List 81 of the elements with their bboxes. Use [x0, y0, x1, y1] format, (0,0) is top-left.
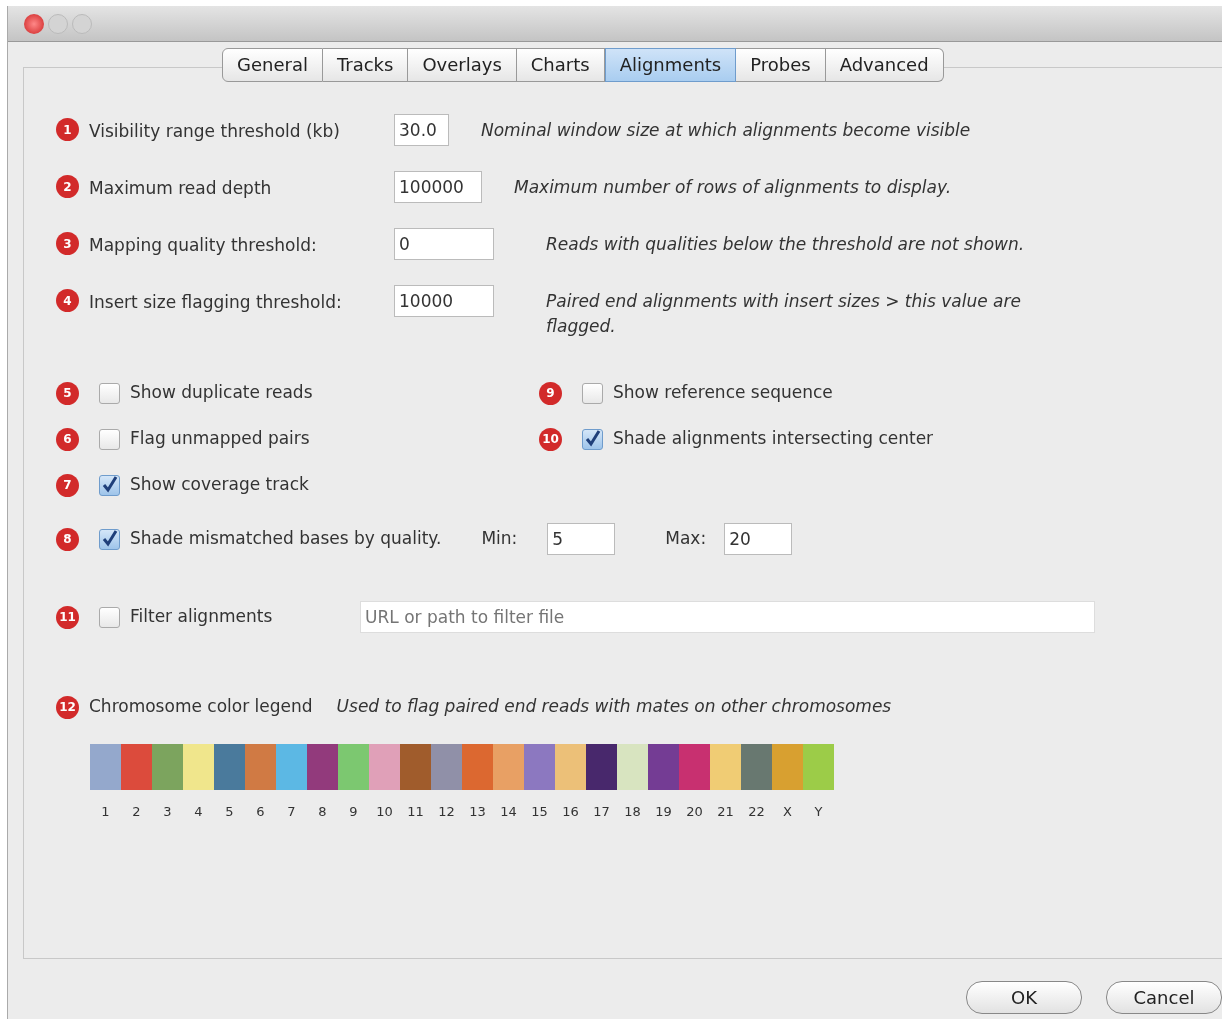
description: Used to flag paired end reads with mates on other chromosomes	[336, 695, 892, 719]
input-field[interactable]: 20	[724, 523, 793, 555]
input-field[interactable]: URL or path to filter file	[360, 601, 1095, 633]
swatch-label: 5	[224, 803, 235, 821]
number-marker: 8	[56, 527, 79, 551]
tab[interactable]: Advanced	[825, 48, 944, 82]
number-marker: 11	[56, 605, 79, 629]
min-label: Min:	[481, 527, 518, 551]
input-field[interactable]: 5	[547, 523, 616, 555]
description: Paired end alignments with insert sizes > this value are flagged.	[546, 290, 1022, 338]
tab[interactable]: Overlays	[408, 48, 517, 82]
tab[interactable]: Tracks	[322, 48, 409, 82]
tab[interactable]: Probes	[736, 48, 826, 82]
checkbox-label: Shade mismatched bases by quality.	[130, 527, 442, 551]
number-marker: 10	[539, 427, 562, 451]
number-marker: 7	[56, 473, 79, 497]
description: Reads with qualities below the threshold are not shown.	[546, 233, 1026, 256]
swatch-label: 18	[623, 803, 642, 821]
checkbox[interactable]	[99, 606, 120, 628]
swatch-label: 21	[716, 803, 735, 821]
input-field[interactable]: 30.0	[394, 114, 449, 146]
checkbox[interactable]	[582, 382, 603, 404]
checkbox[interactable]	[99, 382, 120, 404]
input-field[interactable]: 10000	[394, 285, 494, 317]
number-marker: 12	[56, 695, 79, 719]
field-label: Insert size flagging threshold:	[88, 291, 343, 314]
swatch-label: 16	[561, 803, 580, 821]
close-icon[interactable]	[24, 13, 44, 34]
checkbox[interactable]	[99, 474, 120, 496]
swatch-label: 22	[747, 803, 766, 821]
description: Maximum number of rows of alignments to display.	[514, 176, 953, 199]
zoom-icon[interactable]	[72, 13, 92, 34]
checkbox-label: Show duplicate reads	[130, 381, 313, 405]
checkbox-label: Shade alignments intersecting center	[613, 427, 934, 451]
swatch-label: 13	[468, 803, 487, 821]
swatch-label: 2	[131, 803, 142, 821]
swatch-label: 14	[499, 803, 518, 821]
swatch-label: 6	[255, 803, 266, 821]
swatch-label: 12	[437, 803, 456, 821]
tab[interactable]: Alignments	[604, 48, 737, 82]
input-field[interactable]: 100000	[394, 171, 482, 203]
swatch-label: 10	[375, 803, 394, 821]
swatch-label: 7	[286, 803, 297, 821]
field-label: Maximum read depth	[88, 177, 273, 200]
checkbox-label: Show reference sequence	[613, 381, 833, 405]
swatch-label: 1	[100, 803, 111, 821]
checkbox-label: Show coverage track	[130, 473, 309, 497]
number-marker: 4	[56, 289, 79, 312]
checkbox[interactable]	[582, 428, 603, 450]
swatch-label: 11	[406, 803, 425, 821]
number-marker: 6	[56, 427, 79, 451]
swatch-label: 15	[530, 803, 549, 821]
checkbox-label: Flag unmapped pairs	[130, 427, 310, 451]
field-label: Mapping quality threshold:	[88, 234, 318, 257]
checkbox-label: Filter alignments	[130, 605, 274, 629]
checkbox[interactable]	[99, 428, 120, 450]
number-marker: 9	[539, 381, 562, 405]
legend-label: Chromosome color legend	[89, 695, 313, 719]
number-marker: 2	[56, 175, 79, 198]
swatch-label: Y	[813, 803, 824, 821]
number-marker: 1	[56, 118, 79, 141]
tab[interactable]: General	[222, 48, 323, 82]
max-label: Max:	[665, 527, 707, 551]
swatch-label: 8	[317, 803, 328, 821]
dialog-button[interactable]: Cancel	[1106, 981, 1222, 1014]
swatch-label: 9	[348, 803, 359, 821]
number-marker: 3	[56, 232, 79, 255]
number-marker: 5	[56, 381, 79, 405]
swatch-label: X	[782, 803, 793, 821]
input-field[interactable]: 0	[394, 228, 494, 260]
field-label: Visibility range threshold (kb)	[88, 120, 341, 143]
swatch-label: 3	[162, 803, 173, 821]
swatch-label: 19	[654, 803, 673, 821]
tab[interactable]: Charts	[516, 48, 605, 82]
swatch-label: 17	[592, 803, 611, 821]
checkbox[interactable]	[99, 528, 120, 550]
minimize-icon[interactable]	[48, 13, 68, 34]
swatch-label: 20	[685, 803, 704, 821]
swatch-label: 4	[193, 803, 204, 821]
dialog-button[interactable]: OK	[966, 981, 1082, 1014]
description: Nominal window size at which alignments become visible	[481, 119, 972, 142]
